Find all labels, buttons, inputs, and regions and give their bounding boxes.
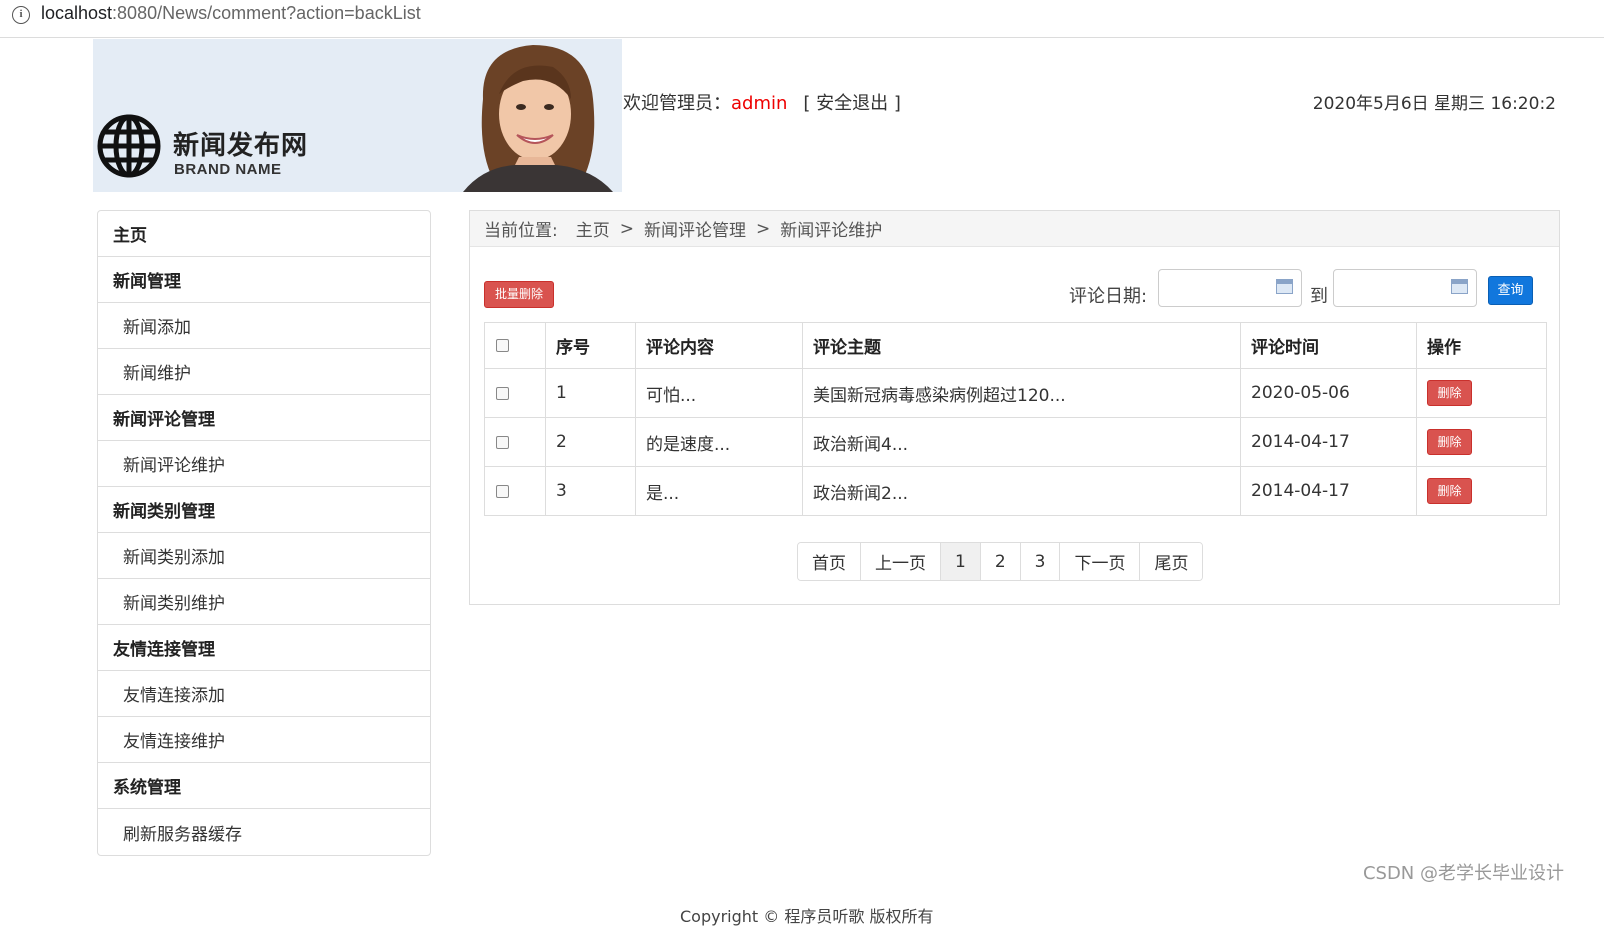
welcome-text: 欢迎管理员：admin [ 安全退出 ] — [623, 89, 901, 115]
delete-button[interactable]: 删除 — [1427, 478, 1472, 504]
sidebar-item[interactable]: 新闻添加 — [98, 303, 430, 349]
sidebar-section-header[interactable]: 新闻管理 — [98, 257, 430, 303]
breadcrumb-item-comment-maintain: 新闻评论维护 — [780, 221, 883, 241]
cell-action: 删除 — [1416, 417, 1547, 467]
cell-content: 是... — [635, 466, 803, 516]
sidebar-item[interactable]: 新闻维护 — [98, 349, 430, 395]
cell-time: 2020-05-06 — [1240, 368, 1417, 418]
header-no: 序号 — [545, 322, 636, 369]
sidebar-section-header[interactable]: 新闻评论管理 — [98, 395, 430, 441]
select-all-checkbox[interactable] — [496, 339, 509, 352]
sidebar-item[interactable]: 刷新服务器缓存 — [98, 809, 430, 855]
breadcrumb-separator: > — [755, 218, 771, 239]
globe-logo-icon — [97, 114, 161, 178]
header-action: 操作 — [1416, 322, 1547, 369]
breadcrumb: 当前位置: 主页 > 新闻评论管理 > 新闻评论维护 — [470, 211, 1559, 247]
woman-portrait-image — [453, 39, 622, 192]
sidebar-item[interactable]: 新闻类别维护 — [98, 579, 430, 625]
csdn-watermark: CSDN @老学长毕业设计 — [1362, 863, 1564, 884]
cell-no: 3 — [545, 466, 636, 516]
header-time: 评论时间 — [1240, 322, 1417, 369]
cell-action: 删除 — [1416, 466, 1547, 516]
sidebar-section-header[interactable]: 友情连接管理 — [98, 625, 430, 671]
header-content: 评论内容 — [635, 322, 803, 369]
site-title: 新闻发布网 — [173, 131, 309, 161]
sidebar-nav: 主页 新闻管理 新闻添加 新闻维护 新闻评论管理 新闻评论维护 新闻类别管理 新闻类别添加 新闻… — [97, 210, 431, 856]
cell-time: 2014-04-17 — [1240, 466, 1417, 516]
select-all-cell — [484, 322, 546, 369]
page-number-3[interactable]: 3 — [1020, 543, 1061, 580]
footer-copyright: Copyright © 程序员听歌 版权所有 — [680, 907, 934, 926]
table-row: 1 可怕... 美国新冠病毒感染病例超过120... 2020-05-06 删除 — [484, 368, 1547, 418]
delete-button[interactable]: 删除 — [1427, 429, 1472, 455]
batch-delete-button[interactable]: 批量删除 — [484, 281, 554, 308]
page-first[interactable]: 首页 — [798, 543, 861, 580]
cell-time: 2014-04-17 — [1240, 417, 1417, 467]
row-select-cell — [484, 466, 546, 516]
main-panel: 当前位置: 主页 > 新闻评论管理 > 新闻评论维护 批量删除 评论日期: 到 … — [469, 210, 1560, 605]
cell-no: 1 — [545, 368, 636, 418]
welcome-label: 欢迎管理员： — [623, 93, 731, 114]
sidebar-section-header[interactable]: 新闻类别管理 — [98, 487, 430, 533]
row-select-cell — [484, 417, 546, 467]
breadcrumb-separator: > — [619, 218, 634, 239]
table-toolbar: 批量删除 评论日期: 到 查询 — [484, 269, 1545, 311]
pagination: 首页 上一页 1 2 3 下一页 尾页 — [797, 542, 1204, 581]
breadcrumb-item-home[interactable]: 主页 — [576, 216, 610, 241]
row-checkbox[interactable] — [496, 484, 509, 498]
cell-topic: 政治新闻2... — [802, 466, 1241, 516]
sidebar-item[interactable]: 新闻类别添加 — [98, 533, 430, 579]
delete-button[interactable]: 删除 — [1427, 380, 1472, 406]
cell-topic: 美国新冠病毒感染病例超过120... — [802, 368, 1241, 418]
admin-username: admin — [731, 93, 788, 114]
sidebar-section-header[interactable]: 主页 — [98, 211, 430, 257]
comment-date-label: 评论日期: — [1069, 286, 1148, 307]
logout-link[interactable]: [ 安全退出 ] — [803, 93, 901, 114]
page-prev[interactable]: 上一页 — [861, 543, 941, 580]
calendar-icon[interactable] — [1276, 279, 1293, 294]
page-next[interactable]: 下一页 — [1060, 543, 1141, 580]
page-last[interactable]: 尾页 — [1140, 543, 1203, 580]
page-number-2[interactable]: 2 — [980, 543, 1021, 580]
sidebar-item[interactable]: 新闻评论维护 — [98, 441, 430, 487]
table-header-row: 序号 评论内容 评论主题 评论时间 操作 — [484, 322, 1547, 369]
url-text[interactable]: localhost:8080/News/comment?action=backL… — [41, 3, 421, 24]
breadcrumb-label: 当前位置: — [484, 221, 558, 241]
query-button[interactable]: 查询 — [1488, 276, 1533, 305]
site-banner: 新闻发布网 BRAND NAME — [93, 39, 622, 192]
start-date-input[interactable] — [1158, 269, 1302, 307]
table-row: 2 的是速度... 政治新闻4... 2014-04-17 删除 — [484, 417, 1547, 467]
row-checkbox[interactable] — [496, 435, 509, 449]
url-path: :8080/News/comment?action=backList — [112, 3, 421, 23]
current-datetime: 2020年5月6日 星期三 16:20:2 — [1312, 94, 1556, 114]
brand-name: BRAND NAME — [174, 161, 282, 178]
end-date-input[interactable] — [1333, 269, 1477, 307]
table-row: 3 是... 政治新闻2... 2014-04-17 删除 — [484, 466, 1547, 516]
site-info-icon[interactable]: i — [12, 6, 30, 24]
calendar-icon[interactable] — [1451, 279, 1468, 294]
cell-content: 的是速度... — [635, 417, 803, 467]
cell-action: 删除 — [1416, 368, 1547, 418]
sidebar-section-header[interactable]: 系统管理 — [98, 763, 430, 809]
cell-no: 2 — [545, 417, 636, 467]
cell-content: 可怕... — [635, 368, 803, 418]
row-select-cell — [484, 368, 546, 418]
sidebar-item[interactable]: 友情连接添加 — [98, 671, 430, 717]
comments-table: 序号 评论内容 评论主题 评论时间 操作 1 可怕... 美国新冠病毒感染病例超过1… — [484, 322, 1547, 516]
breadcrumb-item-comment-manage[interactable]: 新闻评论管理 — [644, 216, 746, 241]
sidebar-item[interactable]: 友情连接维护 — [98, 717, 430, 763]
browser-address-bar[interactable]: i localhost:8080/News/comment?action=bac… — [0, 0, 1604, 38]
url-host: localhost — [41, 3, 113, 23]
header-topic: 评论主题 — [802, 322, 1241, 369]
date-to-label: 到 — [1310, 286, 1328, 307]
page-number-1[interactable]: 1 — [941, 543, 981, 580]
cell-topic: 政治新闻4... — [802, 417, 1241, 467]
row-checkbox[interactable] — [496, 386, 509, 400]
